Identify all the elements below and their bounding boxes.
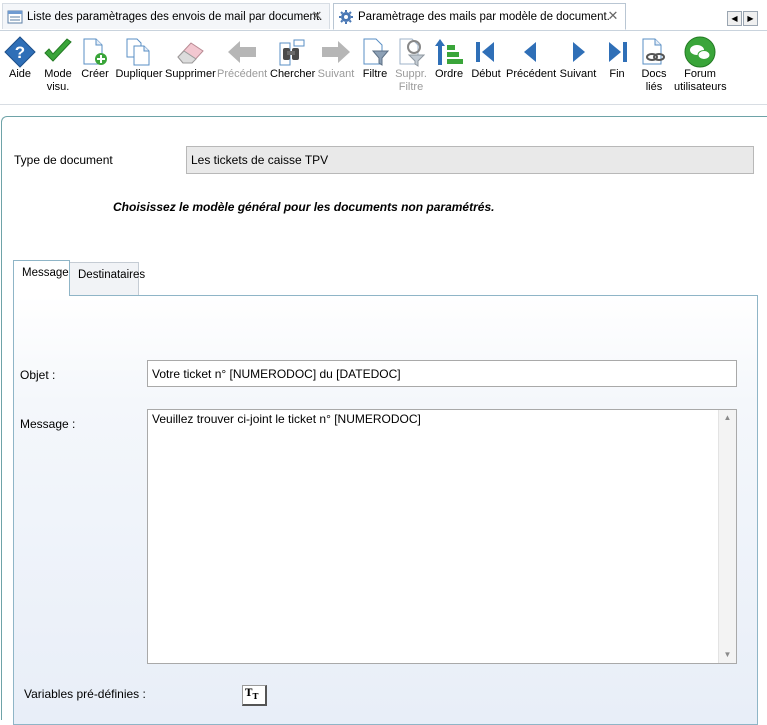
toolbar-label: Filtre [398, 81, 424, 93]
gear-icon [339, 9, 353, 24]
toolbar-label: Chercher [270, 68, 316, 80]
toolbar-label: Filtre [362, 68, 388, 80]
tab-scroll-right-icon[interactable]: ▶ [743, 11, 758, 26]
toolbar-label: Précédent [506, 68, 557, 80]
tab-liste-parametrages[interactable]: Liste des paramètrages des envois de mai… [2, 3, 330, 29]
doc-type-field: Les tickets de caisse TPV [186, 146, 754, 174]
sort-order-icon [435, 38, 463, 65]
toolbar-label: Précédent [217, 68, 268, 80]
tab-parametrage-mails[interactable]: Paramètrage des mails par modèle de docu… [333, 3, 626, 30]
binoculars-icon [279, 39, 305, 65]
message-text: Veuillez trouver ci-joint le ticket n° [… [152, 412, 421, 426]
toolbar-label: Aide [8, 68, 32, 80]
close-tab-icon[interactable]: ✕ [310, 9, 324, 23]
objet-label: Objet : [20, 368, 56, 382]
remove-filter-icon [399, 38, 425, 67]
dupliquer-button[interactable]: Dupliquer [115, 35, 163, 81]
scroll-up-icon[interactable]: ▲ [719, 410, 736, 426]
toolbar-label: Suppr. [395, 68, 427, 80]
suivant-record-button[interactable]: Suivant [558, 35, 598, 81]
document-tab-strip: Liste des paramètrages des envois de mai… [0, 0, 767, 31]
suivant-button[interactable]: Suivant [316, 35, 356, 81]
toolbar-label: Fin [609, 68, 625, 80]
forum-utilisateurs-button[interactable]: Forum utilisateurs [674, 35, 727, 94]
list-window-icon [7, 10, 23, 23]
mail-settings-form: Type de document Les tickets de caisse T… [1, 116, 767, 725]
mode-visu-button[interactable]: Mode visu. [40, 35, 76, 94]
docs-lies-button[interactable]: Docs liés [638, 35, 670, 94]
fin-button[interactable]: Fin [602, 35, 632, 81]
tab-scroll-left-icon[interactable]: ◀ [727, 11, 742, 26]
precedent-button[interactable]: Précédent [217, 35, 267, 81]
supprimer-button[interactable]: Supprimer [165, 35, 216, 81]
creer-button[interactable]: Créer [79, 35, 111, 81]
tab-message[interactable]: Message [13, 260, 70, 296]
chercher-button[interactable]: Chercher [270, 35, 316, 81]
arrow-left-icon [228, 40, 256, 63]
scroll-down-icon[interactable]: ▼ [719, 647, 736, 663]
message-label: Message : [20, 417, 76, 431]
toolbar-label: Docs [641, 68, 667, 80]
forum-chat-icon [684, 36, 716, 67]
check-icon [44, 37, 72, 62]
objet-input[interactable]: Votre ticket n° [NUMERODOC] du [DATEDOC] [147, 360, 737, 387]
toolbar-label: Mode [44, 68, 72, 80]
linked-docs-icon [642, 38, 665, 64]
message-tab-panel: Objet : Votre ticket n° [NUMERODOC] du [… [13, 295, 758, 725]
debut-button[interactable]: Début [470, 35, 502, 81]
svg-text:?: ? [15, 43, 25, 62]
arrow-right-icon [322, 40, 350, 63]
doc-type-label: Type de document [14, 153, 113, 167]
last-record-icon [609, 41, 627, 62]
toolbar: ? Aide Mode visu. Créer Dupliquer Suppri… [0, 31, 767, 101]
filter-icon [363, 38, 389, 66]
toolbar-label: Créer [81, 68, 109, 80]
suppr-filtre-button[interactable]: Suppr. Filtre [393, 35, 429, 94]
toolbar-label: Dupliquer [115, 68, 163, 80]
general-model-hint: Choisissez le modèle général pour les do… [113, 200, 495, 214]
toolbar-label: Forum [684, 68, 716, 80]
tab-scroll-arrows: ◀ ▶ [727, 11, 759, 26]
eraser-icon [177, 41, 204, 63]
close-tab-icon[interactable]: ✕ [606, 9, 620, 23]
toolbar-label: liés [645, 81, 663, 93]
toolbar-label: Suivant [559, 68, 597, 80]
toolbar-label: Ordre [434, 68, 464, 80]
toolbar-label: visu. [46, 81, 70, 93]
help-diamond-icon: ? [4, 35, 36, 68]
toolbar-label: Suivant [317, 68, 355, 80]
previous-record-icon [524, 41, 536, 62]
message-scrollbar[interactable]: ▲ ▼ [718, 410, 736, 663]
tab-label: Liste des paramètrages des envois de mai… [27, 10, 323, 23]
ordre-button[interactable]: Ordre [433, 35, 465, 81]
first-record-icon [476, 41, 494, 62]
next-record-icon [573, 41, 585, 62]
filtre-button[interactable]: Filtre [360, 35, 390, 81]
variables-label: Variables pré-définies : [24, 687, 146, 701]
tab-label: Paramètrage des mails par modèle de docu… [358, 10, 610, 23]
toolbar-label: Supprimer [165, 68, 216, 80]
message-textarea[interactable]: Veuillez trouver ci-joint le ticket n° [… [147, 409, 737, 664]
duplicate-icon [126, 38, 150, 65]
insert-variable-button[interactable]: TT [242, 685, 267, 706]
new-document-icon [83, 38, 107, 65]
toolbar-separator [0, 104, 767, 105]
toolbar-label: utilisateurs [674, 81, 727, 93]
aide-button[interactable]: ? Aide [3, 35, 37, 81]
tab-destinataires[interactable]: Destinataires [69, 262, 145, 295]
toolbar-label: Début [471, 68, 501, 80]
precedent-record-button[interactable]: Précédent [506, 35, 556, 81]
